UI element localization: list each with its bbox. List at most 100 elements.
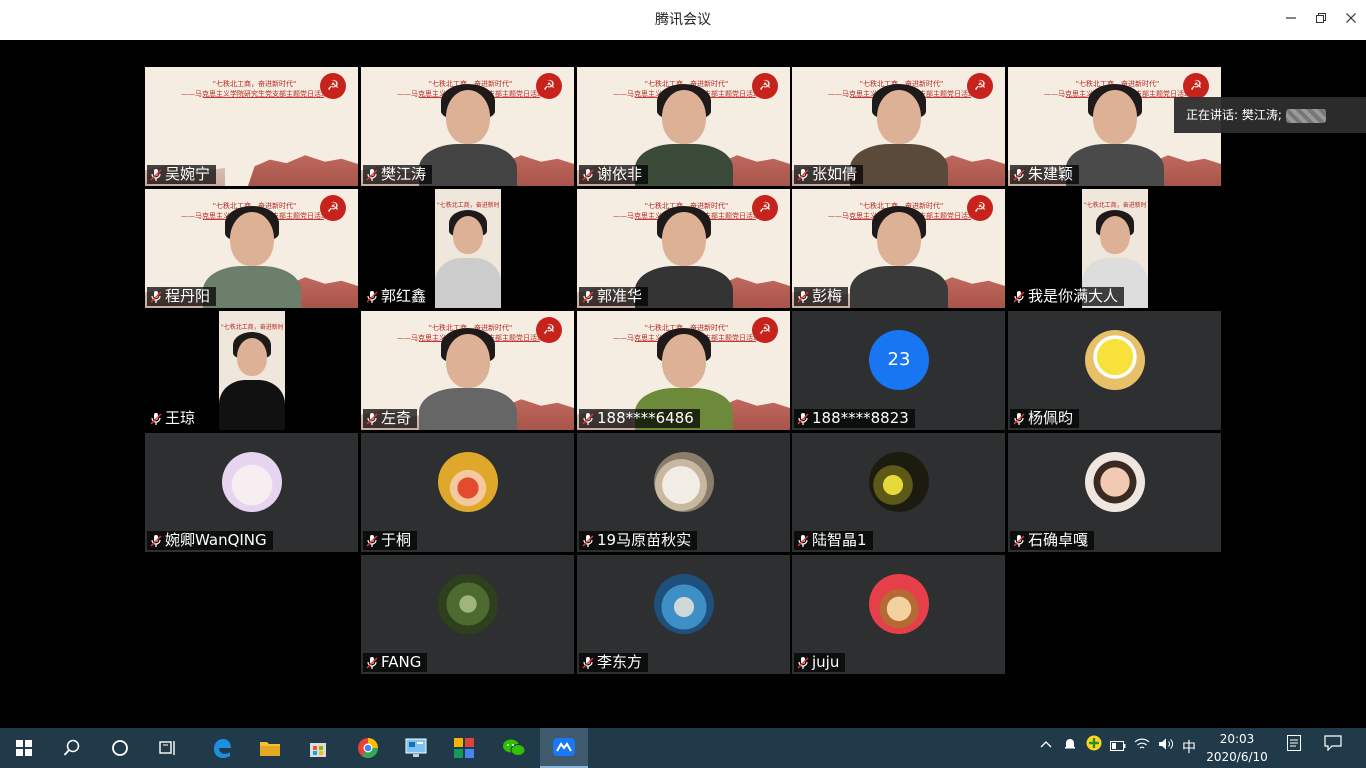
participant-name: 王琼 [165, 409, 196, 427]
participant-tile[interactable]: 23 188****8823 [792, 311, 1005, 430]
participant-name-label: 188****8823 [794, 409, 915, 428]
participant-name-label: 樊江涛 [363, 165, 433, 184]
store-icon [310, 743, 326, 757]
taskbar-wechat[interactable] [490, 728, 538, 768]
participant-tile[interactable]: 于桐 [361, 433, 574, 552]
tray-notification-bell[interactable] [1060, 728, 1080, 768]
party-emblem-icon: ☭ [536, 317, 562, 343]
participant-tile[interactable]: "七秩北工商，奋进新时代"——马克思主义学院研究生党支部主题党日活动☭左奇 [361, 311, 574, 430]
mic-icon [582, 290, 594, 303]
restore-button[interactable] [1306, 0, 1336, 40]
participant-name: 19马原苗秋实 [597, 531, 692, 549]
taskbar-browser[interactable] [344, 728, 392, 768]
participant-name-label: 李东方 [579, 653, 649, 672]
participant-tile[interactable]: "七秩北工商，奋进新时代"——马克思主义学院研究生党支部主题党日活动☭樊江涛 [361, 67, 574, 186]
browser-icon [358, 738, 378, 758]
close-button[interactable] [1336, 0, 1366, 40]
participant-name: 杨佩昀 [1028, 409, 1074, 427]
clock-time: 20:03 [1219, 732, 1255, 746]
start-button[interactable] [0, 728, 48, 768]
search-button[interactable] [48, 728, 96, 768]
participant-name: 吴婉宁 [165, 165, 211, 183]
tray-battery[interactable] [1108, 728, 1128, 768]
notes-icon [1287, 735, 1301, 751]
forest-avatar [438, 574, 498, 634]
participant-tile[interactable]: 石确卓嘎 [1008, 433, 1221, 552]
participant-name-label: 左奇 [363, 409, 418, 428]
action-center-button[interactable] [1320, 728, 1346, 768]
participant-name-label: 郭准华 [579, 287, 649, 306]
participant-name-label: 婉卿WanQING [147, 531, 273, 550]
tray-ime[interactable]: 中 [1180, 728, 1198, 768]
participant-name: 188****8823 [812, 409, 909, 427]
participant-tile[interactable]: "七秩北工商，奋进新时代"——马克思主义学院研究生党支部主题党日活动☭程丹阳 [145, 189, 358, 308]
participant-tile[interactable]: "七秩北工商，奋进新时代"——马克思主义学院研究生党支部主题党日活动☭张如倩 [792, 67, 1005, 186]
tray-volume[interactable] [1156, 728, 1176, 768]
participant-tile[interactable]: "七秩北工商，奋进新时代" 郭红鑫 [361, 189, 574, 308]
night-avatar [869, 452, 929, 512]
participant-name: 谢依非 [597, 165, 643, 183]
mic-icon [582, 168, 594, 181]
tencent-meeting-icon [553, 738, 575, 756]
mic-icon [150, 290, 162, 303]
participant-tile[interactable]: 李东方 [577, 555, 790, 674]
minimize-button[interactable] [1276, 0, 1306, 40]
participant-name-label: 谢依非 [579, 165, 649, 184]
mic-icon [150, 168, 162, 181]
tray-wifi[interactable] [1132, 728, 1152, 768]
folder-icon [260, 742, 280, 756]
participant-tile[interactable]: 陆智晶1 [792, 433, 1005, 552]
taskbar-tencent-meeting[interactable] [540, 728, 588, 768]
participant-name: 188****6486 [597, 409, 694, 427]
taskbar-edge[interactable] [198, 728, 246, 768]
taskbar-file-explorer[interactable] [246, 728, 294, 768]
taskbar-clock[interactable]: 20:03 2020/6/10 [1203, 730, 1271, 766]
mic-icon [582, 534, 594, 547]
mic-icon [366, 290, 378, 303]
plus-circle-icon [1086, 735, 1102, 751]
participant-tile[interactable]: 婉卿WanQING [145, 433, 358, 552]
ocean-avatar [654, 574, 714, 634]
tray-overflow-button[interactable] [1036, 728, 1056, 768]
participant-name: 左奇 [381, 409, 412, 427]
task-view-icon [159, 741, 175, 755]
selfie-avatar [1085, 452, 1145, 512]
participant-tile[interactable]: juju [792, 555, 1005, 674]
participant-tile[interactable]: "七秩北工商，奋进新时代"——马克思主义学院研究生党支部主题党日活动☭谢依非 [577, 67, 790, 186]
title-bar: 腾讯会议 [0, 0, 1366, 40]
participant-tile[interactable]: FANG [361, 555, 574, 674]
bunny-avatar [222, 452, 282, 512]
participant-name: 于桐 [381, 531, 412, 549]
participant-tile[interactable]: "七秩北工商，奋进新时代"我是你满大人 [1008, 189, 1221, 308]
colorful-app-icon [454, 738, 474, 758]
taskbar-app-blue[interactable] [392, 728, 440, 768]
taskbar-store[interactable] [294, 728, 342, 768]
participant-video [435, 196, 501, 308]
participant-tile[interactable]: 19马原苗秋实 [577, 433, 790, 552]
close-icon [1346, 13, 1356, 23]
message-icon [1324, 735, 1342, 752]
tray-notes[interactable] [1282, 728, 1306, 768]
blurred-avatar-icon [1285, 108, 1326, 123]
party-emblem-icon: ☭ [320, 73, 346, 99]
participant-name: 郭准华 [597, 287, 643, 305]
mic-icon [1013, 290, 1025, 303]
participant-name: FANG [381, 653, 422, 671]
edge-icon [214, 739, 231, 758]
mic-icon [582, 656, 594, 669]
cortana-button[interactable] [96, 728, 144, 768]
participant-tile[interactable]: "七秩北工商，奋进新时代"——马克思主义学院研究生党支部主题党日活动☭郭准华 [577, 189, 790, 308]
participant-tile[interactable]: "七秩北工商，奋进新时代"——马克思主义学院研究生党支部主题党日活动☭彭梅 [792, 189, 1005, 308]
tray-plus-app[interactable] [1084, 728, 1104, 768]
participant-tile[interactable]: 杨佩昀 [1008, 311, 1221, 430]
participant-tile[interactable]: "七秩北工商，奋进新时代" ——马克思主义学院研究生党支部主题党日活动 ☭ 吴婉宁 [145, 67, 358, 186]
participant-tile[interactable]: "七秩北工商，奋进新时代" 王琼 [145, 311, 358, 430]
task-view-button[interactable] [144, 728, 192, 768]
taskbar: 中 20:03 2020/6/10 [0, 728, 1366, 768]
taskbar-app-colorful[interactable] [440, 728, 488, 768]
participant-tile[interactable]: "七秩北工商，奋进新时代"——马克思主义学院研究生党支部主题党日活动☭188**… [577, 311, 790, 430]
party-emblem-icon: ☭ [967, 73, 993, 99]
party-emblem-icon: ☭ [536, 73, 562, 99]
clock-date: 2020/6/10 [1206, 750, 1268, 764]
chevron-up-icon [1040, 741, 1052, 748]
